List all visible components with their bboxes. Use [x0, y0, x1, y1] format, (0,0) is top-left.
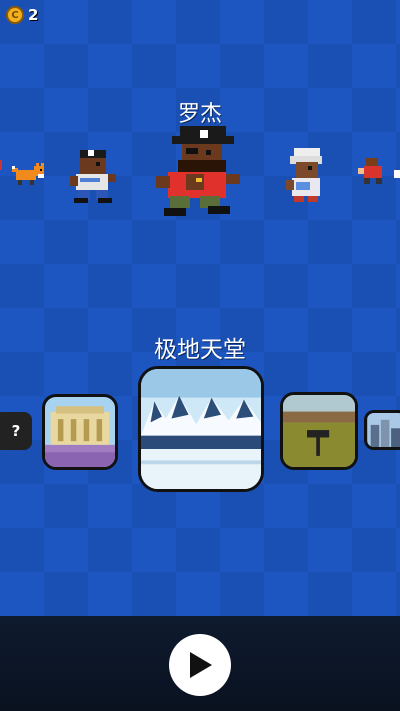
coin-count: 2	[28, 6, 39, 24]
coin-counter: C 2	[6, 6, 38, 24]
character-far-right[interactable]	[394, 168, 400, 180]
level-card-city[interactable]	[364, 410, 400, 450]
character-pirate-selected[interactable]	[156, 126, 246, 218]
character-beanie-boy[interactable]	[66, 150, 122, 204]
play-icon	[190, 652, 212, 678]
character-small-red[interactable]	[358, 158, 388, 186]
character-far-left[interactable]	[0, 158, 6, 172]
character-name: 罗杰	[177, 102, 222, 127]
character-grandma[interactable]	[284, 148, 330, 206]
coin-icon: C	[6, 6, 24, 24]
character-fox[interactable]	[12, 162, 46, 186]
level-card-polar-selected[interactable]	[138, 366, 264, 492]
level-card-palace[interactable]	[42, 394, 118, 470]
level-name: 极地天堂	[154, 337, 246, 363]
locked-level-button[interactable]: ?	[0, 412, 32, 450]
level-card-savanna[interactable]	[280, 392, 358, 470]
play-button[interactable]	[169, 634, 231, 696]
